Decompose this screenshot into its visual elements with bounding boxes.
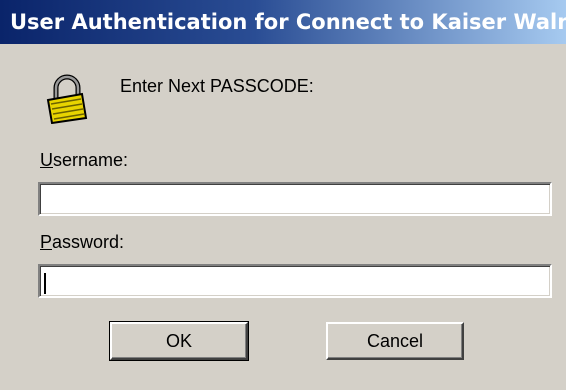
ok-button[interactable]: OK [109,321,249,361]
title-bar[interactable]: User Authentication for Connect to Kaise… [0,0,566,44]
password-label-text: assword: [52,232,125,252]
password-label: Password: [40,232,124,253]
username-label: Username: [40,150,128,171]
window-title: User Authentication for Connect to Kaise… [10,10,566,34]
username-label-accelerator: U [40,150,53,170]
username-label-text: sername: [53,150,129,170]
password-label-accelerator: P [40,232,53,252]
padlock-icon [46,74,88,124]
passcode-prompt: Enter Next PASSCODE: [120,76,314,96]
cancel-button[interactable]: Cancel [326,322,464,360]
username-field[interactable] [38,182,552,216]
text-caret [44,273,46,294]
authentication-dialog: User Authentication for Connect to Kaise… [0,0,566,390]
password-field[interactable] [38,264,552,298]
